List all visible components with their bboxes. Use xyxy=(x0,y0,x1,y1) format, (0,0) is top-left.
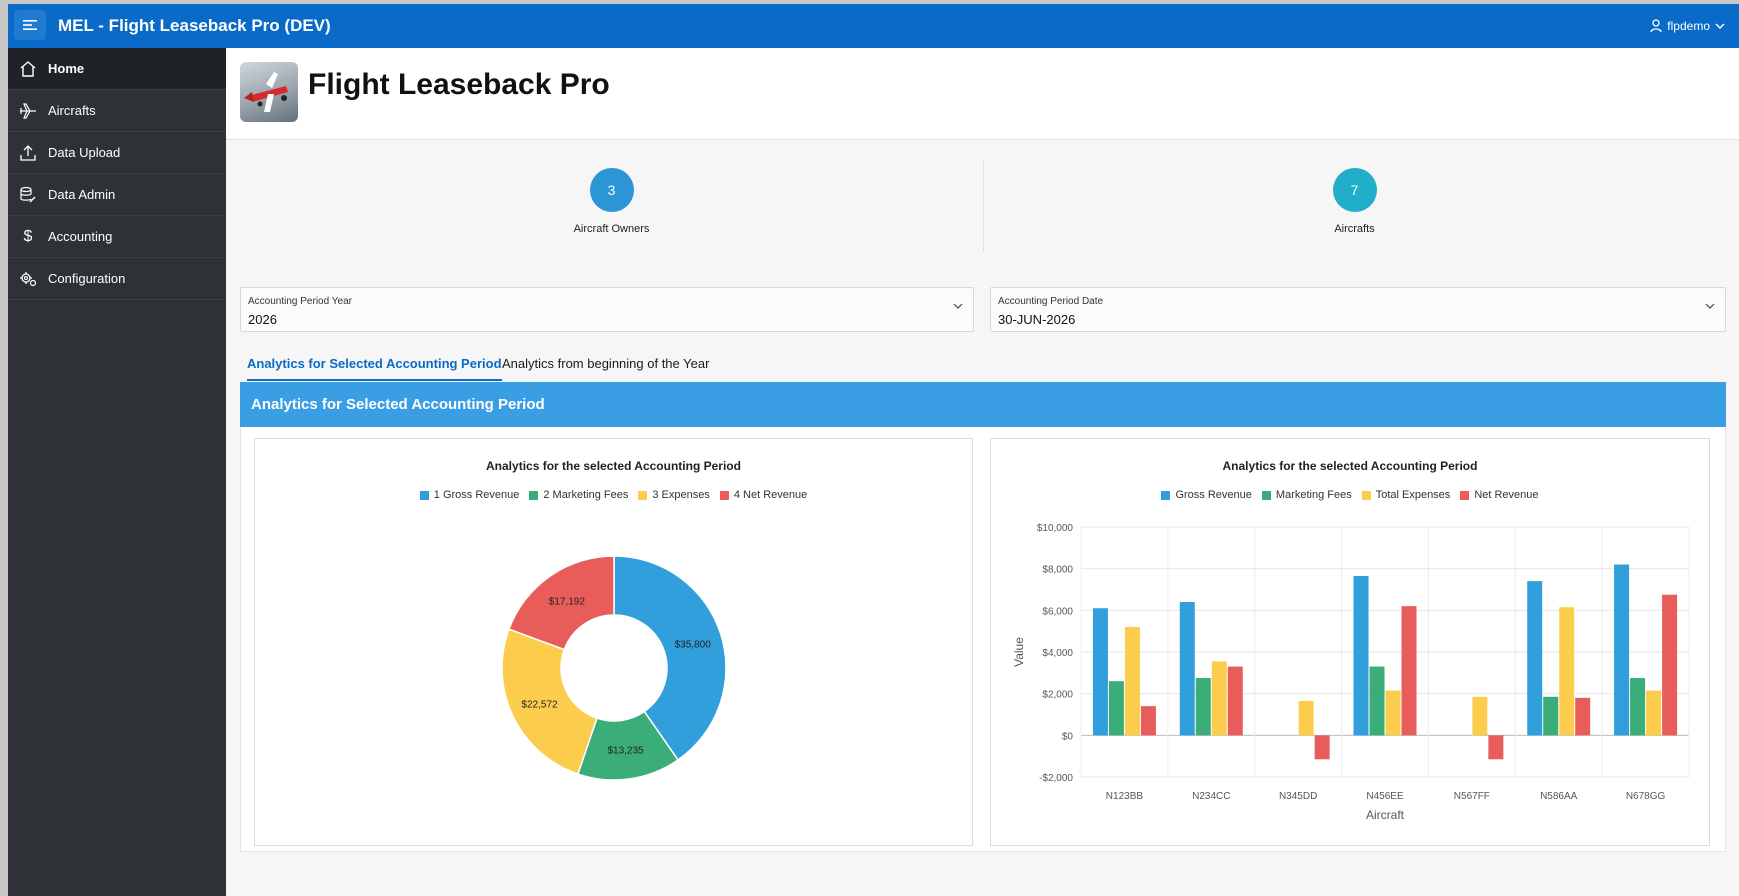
y-tick-label: $2,000 xyxy=(1042,690,1073,701)
bar[interactable] xyxy=(1227,666,1243,736)
y-tick-label: $4,000 xyxy=(1042,648,1073,659)
pie-data-label: $35,800 xyxy=(675,639,712,650)
sidebar-item-label: Accounting xyxy=(48,229,113,244)
sidebar-item-data-upload[interactable]: Data Upload xyxy=(8,132,226,174)
bar-chart: $10,000 $8,000 $6,000 $4,000 $2,000 $0 -$2,000… xyxy=(1012,523,1690,822)
sidebar-item-accounting[interactable]: $ Accounting xyxy=(8,216,226,258)
bar[interactable] xyxy=(1092,608,1108,736)
select-value: 2026 xyxy=(248,312,277,327)
metric-aircrafts[interactable]: 7 Aircrafts xyxy=(983,156,1726,256)
pie-data-label: $22,572 xyxy=(521,699,558,710)
bar[interactable] xyxy=(1369,666,1385,736)
bar[interactable] xyxy=(1211,661,1227,736)
y-tick-label: -$2,000 xyxy=(1039,773,1073,784)
bar[interactable] xyxy=(1488,735,1504,760)
accounting-period-year-select[interactable]: Accounting Period Year 2026 xyxy=(240,287,974,332)
select-label: Accounting Period Year xyxy=(248,296,352,307)
airplane-icon xyxy=(18,101,38,121)
bar[interactable] xyxy=(1646,690,1662,736)
pie-chart-card: Analytics for the selected Accounting Pe… xyxy=(254,438,973,846)
page-title: Flight Leaseback Pro xyxy=(308,68,610,101)
bar[interactable] xyxy=(1575,697,1591,736)
metrics-panel: 3 Aircraft Owners 7 Aircrafts xyxy=(240,156,1726,256)
dollar-icon: $ xyxy=(23,227,33,245)
bar[interactable] xyxy=(1527,581,1543,736)
chevron-down-icon xyxy=(1705,303,1715,309)
y-tick-label: $0 xyxy=(1062,731,1074,742)
app-title[interactable]: MEL - Flight Leaseback Pro (DEV) xyxy=(58,4,331,48)
sidebar-item-label: Data Admin xyxy=(48,187,116,202)
bar[interactable] xyxy=(1124,627,1140,736)
home-icon xyxy=(18,59,38,79)
metric-badge: 3 xyxy=(589,168,634,212)
bar[interactable] xyxy=(1614,564,1630,736)
bar[interactable] xyxy=(1662,594,1678,736)
menu-icon xyxy=(23,20,37,30)
pie-data-label: $13,235 xyxy=(607,746,644,757)
bar[interactable] xyxy=(1298,700,1314,736)
sidebar-item-label: Home xyxy=(48,61,85,76)
sidebar-item-home[interactable]: Home xyxy=(8,48,226,90)
sidebar-item-data-admin[interactable]: Data Admin xyxy=(8,174,226,216)
main-content: Flight Leaseback Pro 3 Aircraft Owners 7… xyxy=(226,48,1739,896)
bar[interactable] xyxy=(1472,696,1488,736)
x-tick-label: N345DD xyxy=(1279,791,1317,802)
accounting-period-date-select[interactable]: Accounting Period Date 30-JUN-2026 xyxy=(990,287,1726,332)
sidebar-item-label: Aircrafts xyxy=(48,103,96,118)
bar[interactable] xyxy=(1314,735,1330,760)
tab-selected-period[interactable]: Analytics for Selected Accounting Period xyxy=(247,346,502,381)
sidebar: Home Aircrafts Data Upload Data Admin $ … xyxy=(8,48,226,896)
pie-chart: $35,800 $13,235 $22,572 $17,192 xyxy=(501,555,727,781)
metric-aircraft-owners[interactable]: 3 Aircraft Owners xyxy=(240,156,983,256)
select-value: 30-JUN-2026 xyxy=(998,312,1076,327)
x-tick-label: N234CC xyxy=(1192,791,1230,802)
app-logo xyxy=(240,62,298,122)
user-menu[interactable]: flpdemo xyxy=(1650,4,1725,48)
bar[interactable] xyxy=(1401,606,1417,736)
upload-icon xyxy=(18,143,38,163)
sidebar-item-aircrafts[interactable]: Aircrafts xyxy=(8,90,226,132)
bar[interactable] xyxy=(1140,706,1156,736)
user-icon xyxy=(1650,19,1662,33)
database-edit-icon xyxy=(18,185,38,205)
sidebar-item-configuration[interactable]: Configuration xyxy=(8,258,226,300)
sidebar-item-label: Data Upload xyxy=(48,145,121,160)
bar[interactable] xyxy=(1559,607,1575,736)
metric-label: Aircraft Owners xyxy=(573,223,650,235)
chevron-down-icon xyxy=(953,303,963,309)
select-label: Accounting Period Date xyxy=(998,296,1104,307)
menu-toggle-button[interactable] xyxy=(14,10,46,40)
y-tick-label: $8,000 xyxy=(1042,565,1073,576)
bar[interactable] xyxy=(1108,681,1124,736)
sidebar-item-label: Configuration xyxy=(48,271,126,286)
page-header: Flight Leaseback Pro xyxy=(226,48,1739,140)
user-name: flpdemo xyxy=(1667,19,1710,33)
bar[interactable] xyxy=(1630,678,1646,736)
gears-icon xyxy=(18,269,38,289)
bar[interactable] xyxy=(1195,678,1211,736)
tab-year-to-date[interactable]: Analytics from beginning of the Year xyxy=(502,346,709,381)
y-tick-label: $6,000 xyxy=(1042,606,1073,617)
x-tick-label: N678GG xyxy=(1626,791,1666,802)
x-tick-label: N456EE xyxy=(1366,791,1404,802)
y-tick-label: $10,000 xyxy=(1037,523,1074,534)
bar[interactable] xyxy=(1385,690,1401,736)
x-tick-label: N123BB xyxy=(1106,791,1144,802)
pie-data-label: $17,192 xyxy=(549,596,586,607)
app-frame: MEL - Flight Leaseback Pro (DEV) flpdemo… xyxy=(8,4,1739,896)
y-axis-label: Value xyxy=(1012,637,1026,667)
x-tick-label: N586AA xyxy=(1540,791,1578,802)
bar[interactable] xyxy=(1353,575,1369,736)
bar-chart-card: Analytics for the selected Accounting Pe… xyxy=(990,438,1710,846)
bar[interactable] xyxy=(1543,696,1559,736)
metric-label: Aircrafts xyxy=(1334,223,1375,235)
top-bar: MEL - Flight Leaseback Pro (DEV) flpdemo xyxy=(8,4,1739,48)
metric-badge: 7 xyxy=(1332,168,1377,212)
x-axis-label: Aircraft xyxy=(1366,808,1405,822)
region-title: Analytics for Selected Accounting Period xyxy=(240,382,1726,427)
bar[interactable] xyxy=(1179,602,1195,736)
chevron-down-icon xyxy=(1715,23,1725,29)
x-tick-label: N567FF xyxy=(1454,791,1490,802)
